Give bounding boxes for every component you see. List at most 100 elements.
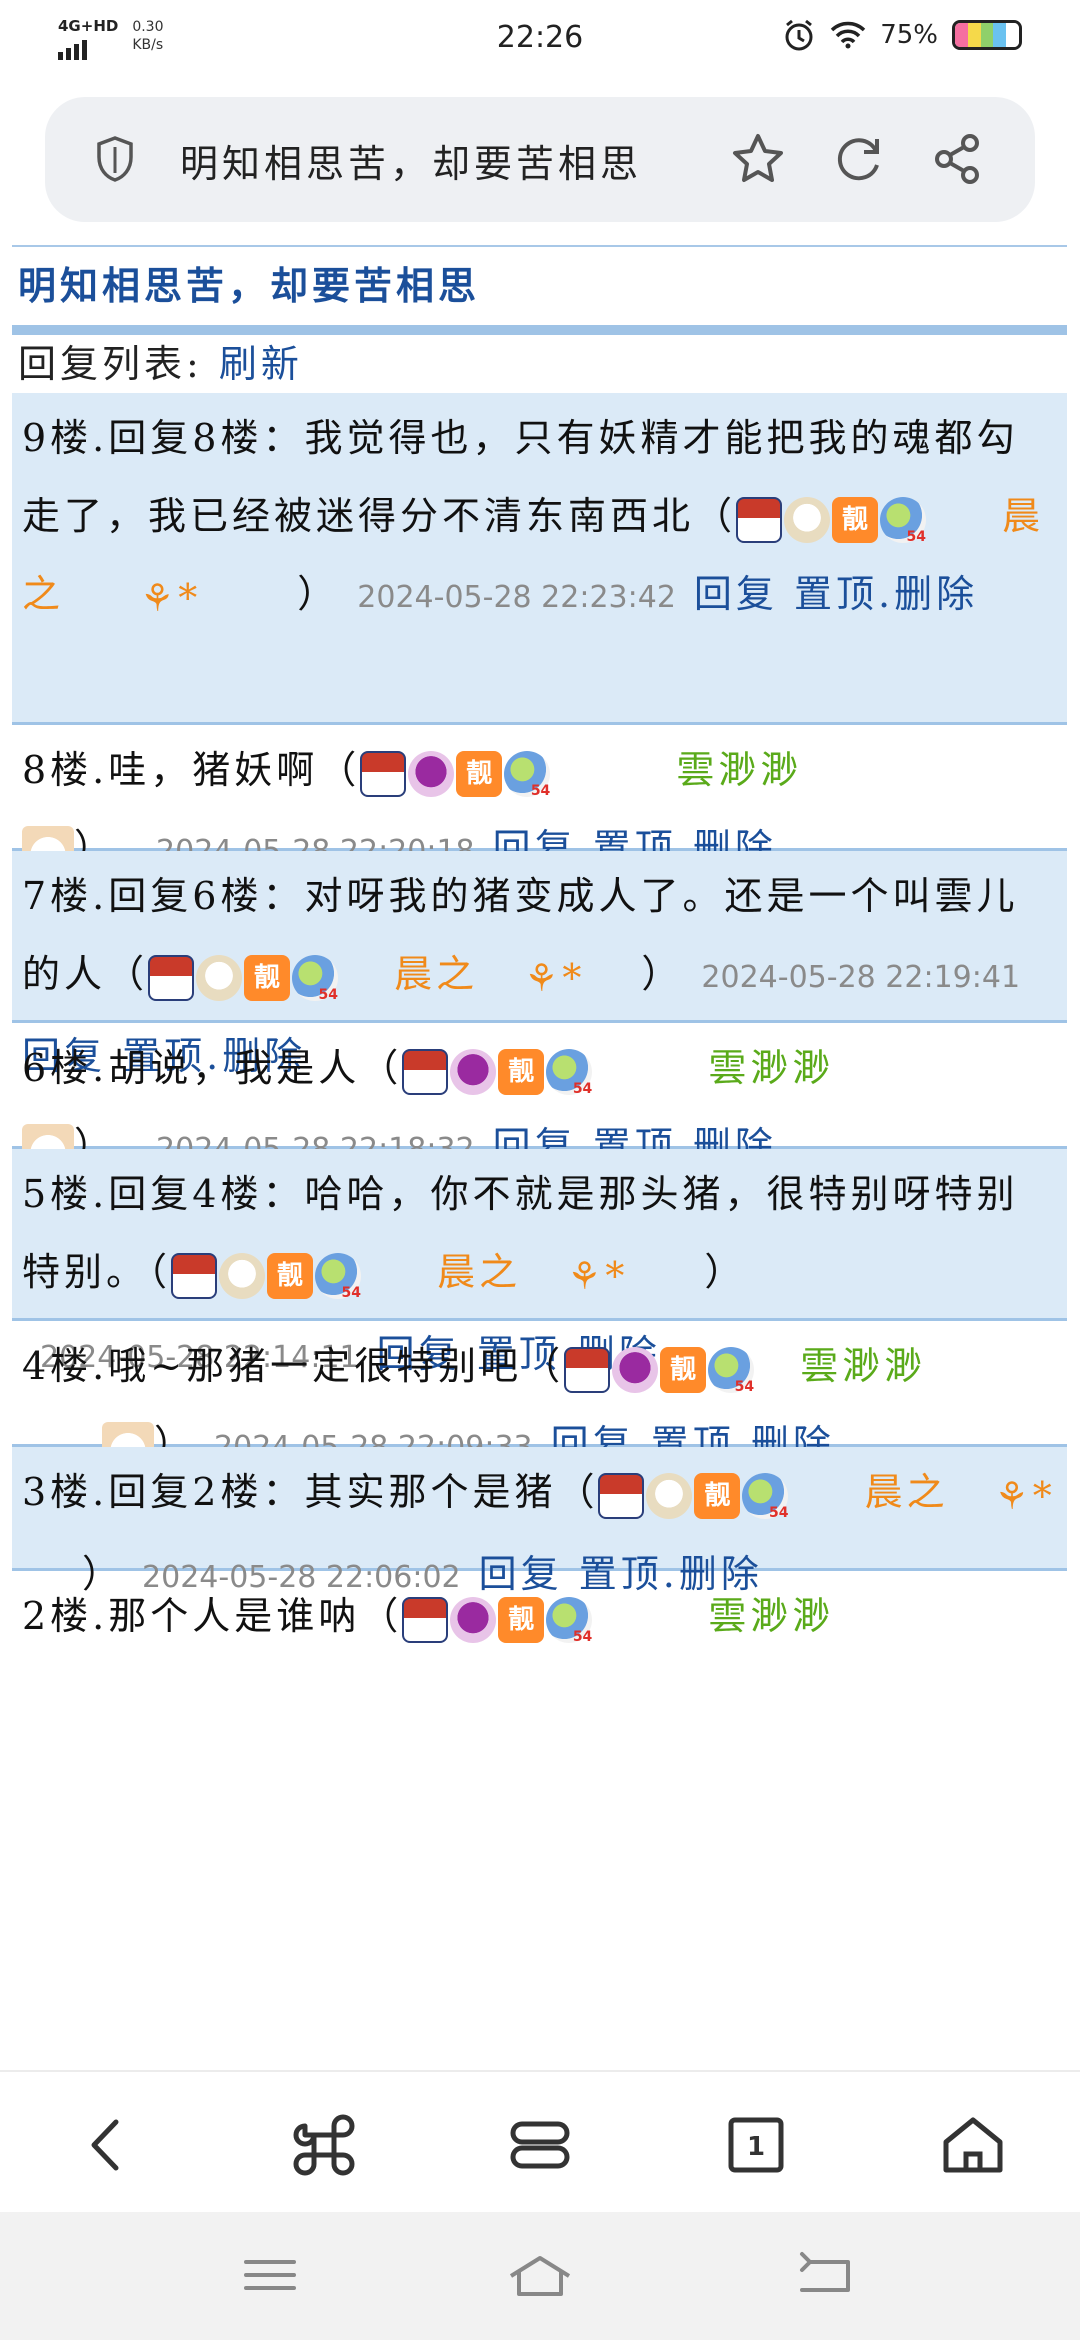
flower-icon: ⚘* — [994, 1473, 1056, 1518]
system-nav-bar — [0, 2212, 1080, 2340]
tab-count: 1 — [747, 2132, 765, 2162]
liang-badge-icon: 靓 — [498, 1048, 545, 1095]
alarm-icon — [785, 19, 813, 51]
post-floor-8: 8楼.哇，猪妖啊（靓 雲渺渺 ）2024-05-28 22:20:18回复 置顶… — [12, 725, 1067, 878]
user-badges: 靓 — [598, 1472, 789, 1521]
post-time: 2024-05-28 22:19:41 — [701, 960, 1021, 995]
egg-badge-icon — [546, 1596, 593, 1645]
user-badges: 靓 — [148, 954, 339, 1003]
post-floor: 5楼. — [22, 1172, 109, 1216]
system-back-icon[interactable] — [790, 2250, 860, 2300]
reply-list-label: 回复列表: — [18, 342, 203, 386]
user-badges: 靓 — [171, 1252, 362, 1301]
liang-badge-icon: 靓 — [832, 496, 879, 543]
rose-badge-icon — [408, 750, 455, 797]
egg-badge-icon — [742, 1472, 789, 1521]
liang-badge-icon: 靓 — [267, 1252, 314, 1299]
liang-badge-icon: 靓 — [694, 1472, 741, 1519]
user-badges: 靓 — [360, 750, 551, 799]
browser-bottom-nav: 1 — [0, 2070, 1080, 2214]
refresh-link[interactable]: 刷新 — [219, 342, 303, 386]
cute-avatar-icon — [784, 496, 831, 543]
nickname[interactable]: 雲渺渺 — [800, 1344, 926, 1388]
post-floor: 8楼. — [22, 748, 109, 792]
page-content: 明知相思苦，却要苦相思 回复列表: 刷新 9楼.回复8楼：我觉得也，只有妖精才能… — [0, 240, 1080, 2070]
post-floor: 3楼. — [22, 1470, 109, 1514]
egg-badge-icon — [546, 1048, 593, 1097]
refresh-icon[interactable] — [830, 131, 886, 187]
rose-badge-icon — [450, 1048, 497, 1095]
egg-badge-icon — [880, 496, 927, 545]
post-floor: 9楼. — [22, 416, 109, 460]
liang-badge-icon: 靓 — [498, 1596, 545, 1643]
rose-badge-icon — [612, 1346, 659, 1393]
command-icon[interactable] — [289, 2110, 359, 2180]
rose-badge-icon — [450, 1596, 497, 1643]
post-floor: 4楼. — [22, 1344, 109, 1388]
address-text[interactable]: 明知相思苦，却要苦相思 — [180, 133, 642, 188]
post-floor-2: 2楼.那个人是谁呐（靓 雲渺渺 — [12, 1571, 1067, 1697]
post-text: 哇，猪妖啊 — [108, 748, 319, 792]
cute-avatar-icon — [646, 1472, 693, 1519]
page-title-row: 明知相思苦，却要苦相思 — [12, 245, 1067, 335]
page-title: 明知相思苦，却要苦相思 — [18, 263, 481, 308]
reply-link[interactable]: 回复 — [694, 572, 778, 616]
tab-count-icon[interactable]: 1 — [721, 2110, 791, 2180]
scale-badge-icon — [171, 1252, 218, 1299]
scale-badge-icon — [148, 954, 195, 1001]
post-floor: 6楼. — [22, 1046, 109, 1090]
egg-badge-icon — [292, 954, 339, 1003]
scale-badge-icon — [736, 496, 783, 543]
scale-badge-icon — [360, 750, 407, 797]
user-badges: 靓 — [736, 496, 927, 545]
nickname[interactable]: 雲渺渺 — [708, 1046, 834, 1090]
user-badges: 靓 — [564, 1346, 755, 1395]
nickname[interactable]: 雲渺渺 — [708, 1594, 834, 1638]
flower-icon: ⚘* — [524, 955, 586, 1000]
post-floor: 7楼. — [22, 874, 109, 918]
liang-badge-icon: 靓 — [456, 750, 503, 797]
delete-link[interactable]: 删除 — [894, 572, 978, 616]
battery-icon — [952, 20, 1022, 50]
user-badges: 靓 — [402, 1596, 593, 1645]
status-bar: 4G+HD 0.30 KB/s 22:26 75% — [0, 0, 1080, 80]
status-right: 75% — [782, 18, 1022, 52]
post-floor-9: 9楼.回复8楼：我觉得也，只有妖精才能把我的魂都勾走了，我已经被迷得分不清东南西… — [12, 393, 1067, 725]
post-floor-7: 7楼.回复6楼：对呀我的猪变成人了。还是一个叫雲儿的人（靓 晨之 ⚘* ）202… — [12, 851, 1067, 1078]
address-bar[interactable]: 明知相思苦，却要苦相思 — [45, 97, 1035, 222]
post-floor: 2楼. — [22, 1594, 109, 1638]
post-floor-6: 6楼.胡说，我是人（靓 雲渺渺 ）2024-05-28 22:18:32回复 置… — [12, 1023, 1067, 1176]
menu-icon[interactable] — [240, 2250, 300, 2300]
battery-percent: 75% — [880, 20, 938, 50]
pin-link[interactable]: 置顶 — [794, 572, 878, 616]
egg-badge-icon — [504, 750, 551, 799]
scale-badge-icon — [598, 1472, 645, 1519]
nickname[interactable]: 雲渺渺 — [676, 748, 802, 792]
scale-badge-icon — [564, 1346, 611, 1393]
share-icon[interactable] — [930, 131, 986, 187]
egg-badge-icon — [708, 1346, 755, 1395]
star-icon[interactable] — [730, 131, 786, 187]
post-text: 胡说，我是人 — [108, 1046, 361, 1090]
flower-icon: ⚘* — [567, 1253, 629, 1298]
nickname[interactable]: 晨之 — [437, 1250, 521, 1294]
post-floor-4: 4楼.哦~那猪一定很特别吧（靓 雲渺渺 ）2024-05-28 22:09:33… — [12, 1321, 1067, 1474]
scale-badge-icon — [402, 1048, 449, 1095]
scale-badge-icon — [402, 1596, 449, 1643]
post-floor-3: 3楼.回复2楼：其实那个是猪（靓 晨之 ⚘* ）2024-05-28 22:06… — [12, 1447, 1067, 1596]
shield-icon[interactable] — [95, 135, 135, 183]
liang-badge-icon: 靓 — [244, 954, 291, 1001]
back-icon[interactable] — [72, 2110, 142, 2180]
wifi-icon — [830, 21, 866, 49]
reply-list-header: 回复列表: 刷新 — [18, 333, 303, 388]
nickname[interactable]: 晨之 — [865, 1470, 949, 1514]
post-time: 2024-05-28 22:23:42 — [357, 580, 676, 615]
nickname[interactable]: 晨之 — [394, 952, 478, 996]
liang-badge-icon: 靓 — [660, 1346, 707, 1393]
system-home-icon[interactable] — [505, 2250, 575, 2300]
tabs-stack-icon[interactable] — [505, 2110, 575, 2180]
home-icon[interactable] — [938, 2110, 1008, 2180]
post-text: 回复2楼：其实那个是猪 — [108, 1470, 557, 1514]
egg-badge-icon — [315, 1252, 362, 1301]
cute-avatar-icon — [196, 954, 243, 1001]
